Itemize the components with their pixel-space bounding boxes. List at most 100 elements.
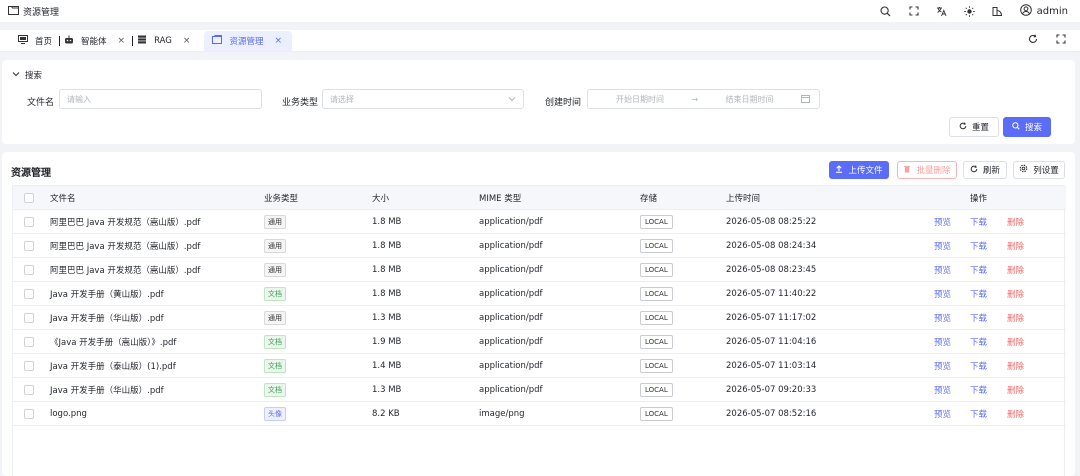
fullscreen-icon[interactable] — [908, 5, 920, 17]
search-button[interactable]: 搜索 — [1003, 117, 1051, 137]
close-icon[interactable]: × — [274, 36, 282, 46]
row-checkbox[interactable] — [24, 402, 34, 425]
tab-rag[interactable]: RAG × — [133, 31, 198, 51]
cell-biz-type: 通用 — [264, 258, 286, 281]
download-link[interactable]: 下载 — [970, 210, 987, 233]
preview-link[interactable]: 预览 — [934, 378, 951, 401]
delete-link[interactable]: 删除 — [1007, 330, 1024, 353]
row-checkbox[interactable] — [24, 282, 34, 305]
cell-upload-time: 2026-05-07 08:52:16 — [726, 408, 817, 419]
cell-filename: 《Java 开发手册（嵩山版）》.pdf — [50, 337, 177, 348]
storage-badge: LOCAL — [640, 358, 673, 373]
cell-mime: image/png — [479, 408, 525, 419]
preview-link[interactable]: 预览 — [934, 258, 951, 281]
select-all-checkbox[interactable] — [24, 186, 34, 209]
row-checkbox[interactable] — [24, 378, 34, 401]
biz-type-badge: 文档 — [264, 286, 286, 301]
row-checkbox[interactable] — [24, 234, 34, 257]
table-row[interactable]: Java 开发手册（黄山版）.pdf 文档 1.8 MB application… — [13, 282, 1066, 306]
tab-label: 首页 — [35, 37, 53, 47]
download-link[interactable]: 下载 — [970, 402, 987, 425]
tab-home[interactable]: 首页 — [14, 31, 61, 51]
cell-mime: application/pdf — [479, 240, 543, 251]
app-title-text: 资源管理 — [23, 7, 60, 18]
cell-storage: LOCAL — [640, 378, 673, 401]
start-date-placeholder: 开始日期时间 — [616, 94, 664, 104]
header-storage[interactable]: 存储 — [640, 186, 657, 209]
download-link[interactable]: 下载 — [970, 306, 987, 329]
filename-input[interactable]: 请输入 — [59, 89, 262, 109]
tabs-bar: 首页 智能体 × RAG × 资源管理 × — [0, 30, 1080, 52]
delete-link[interactable]: 删除 — [1007, 210, 1024, 233]
table-row[interactable]: Java 开发手册（华山版）.pdf 通用 1.3 MB application… — [13, 306, 1066, 330]
delete-link[interactable]: 删除 — [1007, 282, 1024, 305]
close-icon[interactable]: × — [183, 36, 191, 46]
row-checkbox[interactable] — [24, 258, 34, 281]
fullscreen-icon[interactable] — [1056, 34, 1066, 47]
cell-mime: application/pdf — [479, 288, 543, 299]
preview-link[interactable]: 预览 — [934, 210, 951, 233]
tab-agent[interactable]: 智能体 × — [60, 31, 134, 51]
row-checkbox[interactable] — [24, 210, 34, 233]
header-biz-type[interactable]: 业务类型 — [264, 186, 298, 209]
chevron-down-icon — [12, 70, 20, 80]
resource-table: 文件名 业务类型 大小 MIME 类型 存储 上传时间 操作 阿里巴巴 Java… — [12, 185, 1066, 476]
refresh-icon[interactable] — [1028, 34, 1038, 47]
cell-biz-type: 文档 — [264, 378, 286, 401]
row-checkbox[interactable] — [24, 306, 34, 329]
table-row[interactable]: Java 开发手册（华山版）.pdf 文档 1.3 MB application… — [13, 378, 1066, 402]
preview-link[interactable]: 预览 — [934, 354, 951, 377]
table-row[interactable]: logo.png 头像 8.2 KB image/png LOCAL 2026-… — [13, 402, 1066, 426]
cell-upload-time: 2026-05-08 08:23:45 — [726, 264, 817, 275]
download-link[interactable]: 下载 — [970, 378, 987, 401]
biz-type-select[interactable]: 请选择 — [322, 89, 524, 109]
row-checkbox[interactable] — [24, 354, 34, 377]
download-link[interactable]: 下载 — [970, 258, 987, 281]
tab-resource-management[interactable]: 资源管理 × — [204, 31, 293, 51]
delete-link[interactable]: 删除 — [1007, 354, 1024, 377]
search-icon[interactable] — [880, 5, 892, 17]
preview-link[interactable]: 预览 — [934, 402, 951, 425]
header-filename[interactable]: 文件名 — [50, 186, 76, 209]
preview-link[interactable]: 预览 — [934, 234, 951, 257]
delete-link[interactable]: 删除 — [1007, 402, 1024, 425]
sun-icon[interactable] — [964, 5, 976, 17]
delete-link[interactable]: 删除 — [1007, 234, 1024, 257]
download-link[interactable]: 下载 — [970, 330, 987, 353]
table-row[interactable]: 阿里巴巴 Java 开发规范（嵩山版）.pdf 通用 1.8 MB applic… — [13, 210, 1066, 234]
cell-size: 8.2 KB — [372, 408, 400, 419]
user-menu[interactable]: admin — [1019, 3, 1068, 19]
biz-type-badge: 文档 — [264, 358, 286, 373]
search-toggle[interactable]: 搜索 — [12, 69, 42, 81]
table-row[interactable]: 阿里巴巴 Java 开发规范（嵩山版）.pdf 通用 1.8 MB applic… — [13, 234, 1066, 258]
layout-icon[interactable] — [992, 5, 1004, 17]
table-row[interactable]: Java 开发手册（泰山版）(1).pdf 文档 1.4 MB applicat… — [13, 354, 1066, 378]
biz-type-placeholder: 请选择 — [330, 94, 354, 104]
reset-button[interactable]: 重置 — [949, 117, 999, 137]
cell-storage: LOCAL — [640, 306, 673, 329]
preview-link[interactable]: 预览 — [934, 282, 951, 305]
upload-button[interactable]: 上传文件 — [829, 161, 889, 179]
filename-label: 文件名 — [27, 98, 55, 108]
cell-mime: application/pdf — [479, 312, 543, 323]
created-time-range[interactable]: 开始日期时间 → 结束日期时间 — [587, 89, 820, 109]
row-checkbox[interactable] — [24, 330, 34, 353]
close-icon[interactable]: × — [118, 36, 126, 46]
delete-link[interactable]: 删除 — [1007, 306, 1024, 329]
header-upload-time[interactable]: 上传时间 — [726, 186, 760, 209]
translate-icon[interactable] — [936, 5, 948, 17]
delete-link[interactable]: 删除 — [1007, 378, 1024, 401]
download-link[interactable]: 下载 — [970, 234, 987, 257]
preview-link[interactable]: 预览 — [934, 330, 951, 353]
delete-link[interactable]: 删除 — [1007, 258, 1024, 281]
batch-delete-button[interactable]: 批量删除 — [897, 161, 957, 179]
table-row[interactable]: 阿里巴巴 Java 开发规范（嵩山版）.pdf 通用 1.8 MB applic… — [13, 258, 1066, 282]
table-row[interactable]: 《Java 开发手册（嵩山版）》.pdf 文档 1.9 MB applicati… — [13, 330, 1066, 354]
column-settings-button[interactable]: 列设置 — [1013, 161, 1065, 179]
download-link[interactable]: 下载 — [970, 354, 987, 377]
preview-link[interactable]: 预览 — [934, 306, 951, 329]
header-size[interactable]: 大小 — [372, 186, 389, 209]
refresh-button[interactable]: 刷新 — [963, 161, 1007, 179]
header-mime[interactable]: MIME 类型 — [479, 186, 521, 209]
download-link[interactable]: 下载 — [970, 282, 987, 305]
